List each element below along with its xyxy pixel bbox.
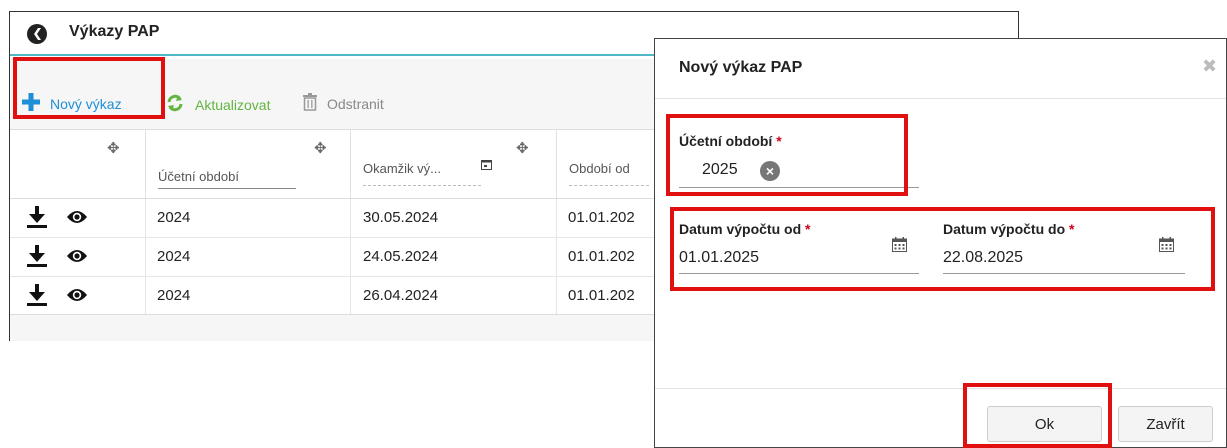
filter-underline xyxy=(569,185,649,186)
fiscal-period-value[interactable]: 2025 xyxy=(702,161,738,179)
header-period-from[interactable]: Období od xyxy=(556,130,655,198)
new-report-button[interactable]: Nový výkaz xyxy=(22,93,122,114)
toolbar: Nový výkaz Aktualizovat Odstranit xyxy=(10,59,655,130)
new-report-dialog: Nový výkaz PAP ✖ Účetní období * 2025 × … xyxy=(654,38,1227,448)
fiscal-period-label-text: Účetní období xyxy=(679,133,773,149)
table-row[interactable]: 2024 26.04.2024 01.01.202 xyxy=(10,277,655,316)
cell-from: 01.01.202 xyxy=(568,287,635,304)
table-row[interactable]: 2024 24.05.2024 01.01.202 xyxy=(10,238,655,277)
download-icon[interactable] xyxy=(27,284,47,311)
new-report-label: Nový výkaz xyxy=(50,95,122,112)
refresh-button[interactable]: Aktualizovat xyxy=(165,93,270,116)
filter-underline xyxy=(363,185,481,186)
grid-header: ✥ ✥ Účetní období ✥ Okamžik vý... Období… xyxy=(10,130,655,199)
plus-icon xyxy=(22,93,40,114)
cell-from: 01.01.202 xyxy=(568,209,635,226)
move-icon[interactable]: ✥ xyxy=(107,139,120,157)
cell-period: 2024 xyxy=(157,209,191,226)
trash-icon xyxy=(303,93,317,114)
date-from-input[interactable]: 01.01.2025 xyxy=(679,249,759,267)
refresh-icon xyxy=(165,93,185,116)
header-moment[interactable]: ✥ Okamžik vý... xyxy=(350,130,556,198)
ok-button[interactable]: Ok xyxy=(987,406,1102,442)
download-icon[interactable] xyxy=(27,206,47,233)
reports-grid: ✥ ✥ Účetní období ✥ Okamžik vý... Období… xyxy=(10,130,655,316)
delete-button[interactable]: Odstranit xyxy=(303,93,384,114)
dialog-footer-divider xyxy=(655,388,1226,389)
cell-divider xyxy=(556,277,557,315)
cell-divider xyxy=(556,238,557,276)
dialog-title: Nový výkaz PAP xyxy=(679,59,803,76)
date-to-label: Datum výpočtu do * xyxy=(943,221,1074,237)
date-to-input[interactable]: 22.08.2025 xyxy=(943,249,1023,267)
cell-divider xyxy=(350,238,351,276)
close-icon[interactable]: ✖ xyxy=(1202,56,1217,77)
calendar-icon[interactable] xyxy=(1159,237,1174,257)
column-label: Okamžik vý... xyxy=(363,161,442,176)
window-title: Výkazy PAP xyxy=(69,23,160,40)
cell-period: 2024 xyxy=(157,248,191,265)
cell-period: 2024 xyxy=(157,287,191,304)
dialog-header-divider xyxy=(655,98,1226,99)
date-from-label: Datum výpočtu od * xyxy=(679,221,810,237)
fiscal-period-label: Účetní období * xyxy=(679,133,782,149)
eye-icon[interactable] xyxy=(66,287,88,308)
cell-divider xyxy=(145,199,146,237)
cell-divider xyxy=(350,199,351,237)
cell-moment: 24.05.2024 xyxy=(363,248,439,265)
cell-divider xyxy=(350,277,351,315)
close-button[interactable]: Zavřít xyxy=(1118,406,1213,442)
date-to-underline xyxy=(943,273,1185,274)
cell-divider xyxy=(556,199,557,237)
move-icon[interactable]: ✥ xyxy=(314,139,327,157)
cell-moment: 26.04.2024 xyxy=(363,287,439,304)
clear-icon[interactable]: × xyxy=(760,161,780,181)
date-to-label-text: Datum výpočtu do xyxy=(943,221,1066,237)
date-from-underline xyxy=(679,273,919,274)
title-underline xyxy=(10,54,655,56)
header-actions: ✥ xyxy=(10,130,145,198)
refresh-label: Aktualizovat xyxy=(195,96,271,113)
eye-icon[interactable] xyxy=(66,209,88,230)
table-row[interactable]: 2024 30.05.2024 01.01.202 xyxy=(10,199,655,238)
column-label: Období od xyxy=(569,161,630,176)
move-icon[interactable]: ✥ xyxy=(516,139,529,157)
calendar-icon[interactable] xyxy=(892,237,907,257)
download-icon[interactable] xyxy=(27,245,47,272)
filter-underline xyxy=(158,188,296,189)
cell-moment: 30.05.2024 xyxy=(363,209,439,226)
cell-divider xyxy=(145,238,146,276)
required-mark: * xyxy=(776,133,782,149)
column-label: Účetní období xyxy=(158,169,239,184)
delete-label: Odstranit xyxy=(327,95,384,112)
required-mark: * xyxy=(1069,221,1075,237)
fiscal-period-underline xyxy=(679,187,919,188)
required-mark: * xyxy=(805,221,811,237)
calendar-small-icon[interactable] xyxy=(481,159,492,173)
grid-footer xyxy=(10,314,655,341)
cell-divider xyxy=(145,277,146,315)
eye-icon[interactable] xyxy=(66,248,88,269)
cell-from: 01.01.202 xyxy=(568,248,635,265)
date-from-label-text: Datum výpočtu od xyxy=(679,221,802,237)
header-fiscal-period[interactable]: ✥ Účetní období xyxy=(145,130,350,198)
app-logo-icon xyxy=(27,24,47,44)
